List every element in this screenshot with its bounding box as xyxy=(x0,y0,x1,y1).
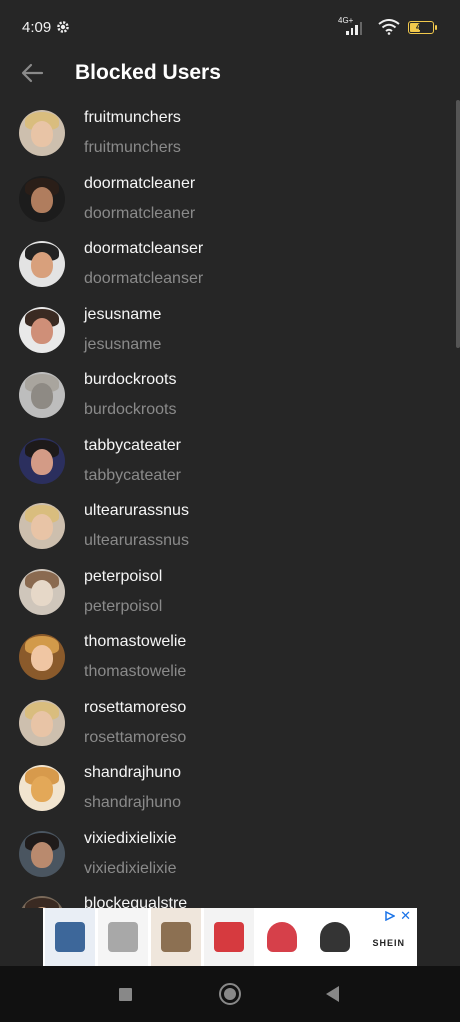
user-display-name: shandrajhuno xyxy=(84,764,181,781)
blocked-user-row[interactable]: tabbycateater tabbycateater xyxy=(0,428,460,494)
user-handle: tabbycateater xyxy=(84,466,181,484)
user-display-name: fruitmunchers xyxy=(84,109,181,126)
scrollbar[interactable] xyxy=(456,100,460,348)
avatar-face xyxy=(31,383,53,409)
avatar[interactable] xyxy=(19,175,65,222)
square-recents-icon[interactable] xyxy=(119,988,132,1001)
user-handle: rosettamoreso xyxy=(84,728,187,746)
avatar[interactable] xyxy=(19,241,65,287)
avatar-face xyxy=(31,317,53,344)
blocked-user-row[interactable]: fruitmunchers fruitmunchers xyxy=(0,100,460,166)
avatar[interactable] xyxy=(19,699,65,746)
leopard-scarf-product-icon[interactable] xyxy=(151,908,201,966)
battery-level: 48 xyxy=(415,21,426,32)
user-handle: doormatcleaner xyxy=(84,204,196,222)
user-display-name: rosettamoreso xyxy=(84,698,187,716)
user-display-name: blockequalstre xyxy=(84,895,188,908)
gear-icon xyxy=(57,21,69,33)
user-handle: doormatcleanser xyxy=(84,270,204,287)
user-display-name: doormatcleaner xyxy=(84,174,196,192)
system-nav-bar xyxy=(0,966,460,1022)
arrow-left-icon[interactable] xyxy=(18,60,46,86)
user-display-name: doormatcleanser xyxy=(84,240,204,257)
blocked-user-row[interactable]: doormatcleaner doormatcleaner xyxy=(0,166,460,232)
blocked-user-row[interactable]: thomastowelie thomastowelie xyxy=(0,624,460,690)
avatar-face xyxy=(31,252,53,278)
blocked-user-row[interactable]: burdockroots burdockroots xyxy=(0,362,460,428)
product-shape xyxy=(320,922,350,952)
blocked-user-row[interactable]: blockequalstre xyxy=(0,886,460,908)
user-handle: peterpoisol xyxy=(84,597,163,615)
app-bar: Blocked Users xyxy=(0,50,460,96)
avatar-face xyxy=(31,514,53,540)
user-display-name: burdockroots xyxy=(84,371,177,388)
black-cap-product-icon[interactable] xyxy=(310,908,360,966)
blocked-user-row[interactable]: vixiedixielixie vixiedixielixie xyxy=(0,821,460,887)
battery-icon: 48 xyxy=(408,20,437,34)
avatar[interactable] xyxy=(19,437,65,484)
user-handle: jesusname xyxy=(84,335,162,353)
user-display-name: jesusname xyxy=(84,305,162,323)
avatar[interactable] xyxy=(19,568,65,615)
signal-icon: 4G+ xyxy=(338,16,370,36)
blocked-user-row[interactable]: ultearurassnus ultearurassnus xyxy=(0,493,460,559)
blocked-users-list[interactable]: fruitmunchers fruitmunchers doormatcleaner… xyxy=(0,100,460,908)
circle-home-icon[interactable] xyxy=(219,983,241,1005)
avatar[interactable] xyxy=(19,896,65,908)
product-shape xyxy=(161,922,191,952)
product-shape xyxy=(214,922,244,952)
user-handle: shandrajhuno xyxy=(84,794,181,811)
hairband-product-icon[interactable] xyxy=(98,908,148,966)
avatar[interactable] xyxy=(19,306,65,353)
wifi-icon xyxy=(378,19,400,35)
user-display-name: ultearurassnus xyxy=(84,502,189,519)
blocked-user-row[interactable]: shandrajhuno shandrajhuno xyxy=(0,755,460,821)
status-bar: 4:09 4G+ 48 xyxy=(0,0,460,56)
red-gloves-product-icon[interactable] xyxy=(204,908,254,966)
ad-banner[interactable]: ✕ SHEIN xyxy=(43,908,417,966)
avatar[interactable] xyxy=(19,372,65,418)
blocked-user-row[interactable]: jesusname jesusname xyxy=(0,297,460,363)
avatar[interactable] xyxy=(19,830,65,877)
blocked-user-row[interactable]: rosettamoreso rosettamoreso xyxy=(0,690,460,756)
avatar-face xyxy=(31,841,53,868)
product-shape xyxy=(267,922,297,952)
avatar[interactable] xyxy=(19,765,65,811)
product-shape xyxy=(108,922,138,952)
blocked-user-row[interactable]: doormatcleanser doormatcleanser xyxy=(0,231,460,297)
red-cap-product-icon[interactable] xyxy=(257,908,307,966)
avatar-face xyxy=(31,448,53,475)
user-display-name: peterpoisol xyxy=(84,567,163,585)
avatar-face xyxy=(31,121,53,147)
ad-choices-icon[interactable] xyxy=(385,911,395,921)
user-handle: fruitmunchers xyxy=(84,139,181,156)
avatar-face xyxy=(31,186,53,213)
avatar-face xyxy=(31,710,53,737)
status-icons: 4G+ 48 xyxy=(338,16,437,36)
triangle-back-icon[interactable] xyxy=(326,986,339,1002)
user-handle: thomastowelie xyxy=(84,663,187,680)
avatar-face xyxy=(31,645,53,671)
page-title: Blocked Users xyxy=(75,61,221,84)
close-icon[interactable]: ✕ xyxy=(400,909,411,922)
blocked-user-row[interactable]: peterpoisol peterpoisol xyxy=(0,559,460,625)
avatar[interactable] xyxy=(19,503,65,549)
ad-brand-label[interactable]: SHEIN xyxy=(372,938,405,948)
avatar[interactable] xyxy=(19,110,65,156)
user-handle: ultearurassnus xyxy=(84,532,189,549)
user-display-name: tabbycateater xyxy=(84,436,181,454)
avatar-face xyxy=(31,579,53,606)
user-display-name: thomastowelie xyxy=(84,633,187,650)
avatar-face xyxy=(31,776,53,802)
status-time: 4:09 xyxy=(22,19,52,36)
user-handle: vixiedixielixie xyxy=(84,859,177,877)
socks-product-icon[interactable] xyxy=(45,908,95,966)
avatar[interactable] xyxy=(19,634,65,680)
product-shape xyxy=(55,922,85,952)
user-display-name: vixiedixielixie xyxy=(84,829,177,847)
user-handle: burdockroots xyxy=(84,401,177,418)
